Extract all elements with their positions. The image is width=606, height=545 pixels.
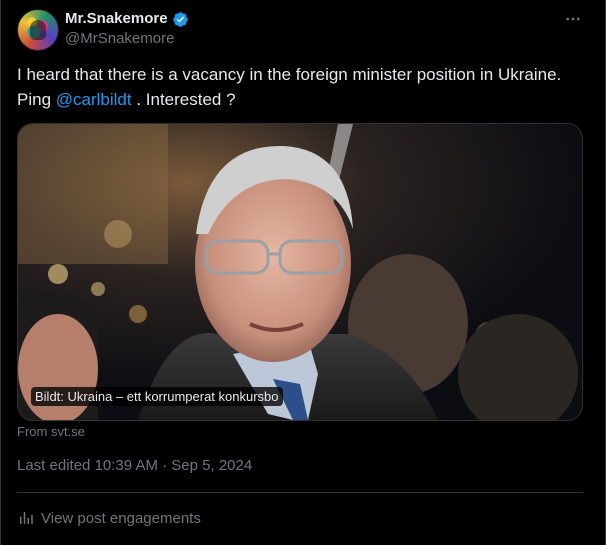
author-handle[interactable]: @MrSnakemore bbox=[65, 30, 174, 48]
bar-chart-icon bbox=[20, 512, 33, 524]
verified-badge-icon[interactable] bbox=[172, 11, 189, 28]
view-engagements-label: View post engagements bbox=[41, 509, 201, 527]
tweet-date: Sep 5, 2024 bbox=[171, 457, 253, 474]
media-card[interactable]: Bildt: Ukraina – ett korrumperat konkurs… bbox=[17, 123, 583, 421]
media-source-link[interactable]: From svt.se bbox=[17, 424, 85, 439]
more-dots-icon bbox=[566, 17, 580, 21]
author-display-name[interactable]: Mr.Snakemore bbox=[65, 10, 168, 28]
tweet-time-link[interactable]: 10:39 AM · Sep 5, 2024 bbox=[95, 457, 253, 474]
edited-label[interactable]: Last edited bbox=[17, 457, 90, 474]
meta-separator: · bbox=[162, 457, 168, 474]
tweet-text-part-2: . Interested ? bbox=[131, 90, 236, 109]
news-photo bbox=[18, 124, 582, 420]
avatar[interactable] bbox=[17, 9, 59, 51]
media-caption: Bildt: Ukraina – ett korrumperat konkurs… bbox=[31, 387, 283, 406]
left-border bbox=[0, 0, 1, 545]
mention-link[interactable]: @carlbildt bbox=[56, 90, 132, 109]
tweet-meta: Last edited 10:39 AM · Sep 5, 2024 bbox=[17, 456, 252, 476]
more-options-button[interactable] bbox=[562, 8, 584, 30]
view-engagements-button[interactable]: View post engagements bbox=[17, 509, 201, 527]
divider bbox=[17, 492, 583, 493]
tweet-text: I heard that there is a vacancy in the f… bbox=[17, 62, 589, 112]
tweet-time: 10:39 AM bbox=[94, 457, 158, 474]
